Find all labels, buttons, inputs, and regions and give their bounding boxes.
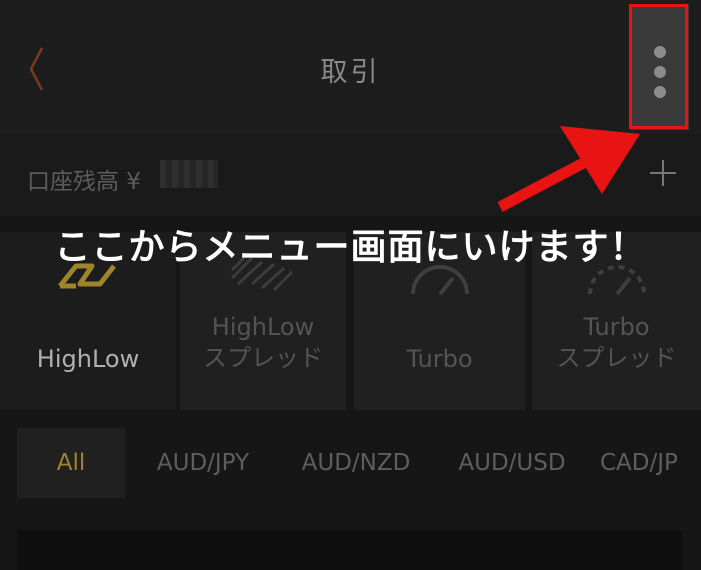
product-label-sub: スプレッド xyxy=(203,344,323,372)
annotation-text: ここからメニュー画面にいけます！ xyxy=(54,227,647,268)
content-panel xyxy=(17,530,682,570)
product-label: HighLow xyxy=(211,313,315,341)
tab-aud-usd[interactable]: AUD/USD xyxy=(446,428,578,498)
product-label: Turbo xyxy=(583,313,650,341)
balance-label: 口座残高 ¥ xyxy=(27,169,141,195)
balance-value-masked xyxy=(160,160,218,188)
tab-cad-jp[interactable]: CAD/JP xyxy=(600,428,701,498)
tab-aud-jpy[interactable]: AUD/JPY xyxy=(137,428,269,498)
plus-icon[interactable] xyxy=(650,160,676,186)
currency-tabs: All AUD/JPY AUD/NZD AUD/USD CAD/JP xyxy=(0,428,701,498)
product-label: Turbo xyxy=(406,345,473,373)
page-title: 取引 xyxy=(320,57,381,88)
product-label: HighLow xyxy=(36,345,140,373)
highlight-box xyxy=(629,4,688,129)
tab-aud-nzd[interactable]: AUD/NZD xyxy=(290,428,422,498)
product-label-sub: スプレッド xyxy=(556,344,677,372)
tab-all[interactable]: All xyxy=(17,428,125,498)
